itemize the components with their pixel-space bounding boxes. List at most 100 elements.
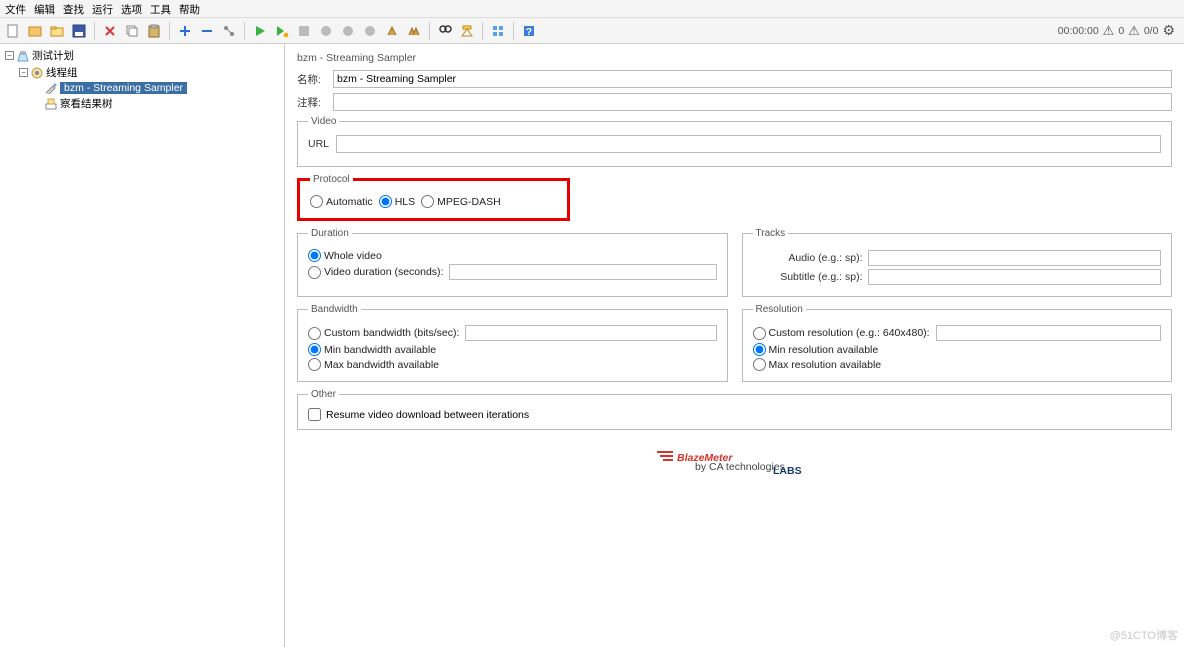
help-icon[interactable]: ? bbox=[519, 21, 539, 41]
comment-label: 注释: bbox=[297, 95, 329, 110]
toolbar-separator bbox=[244, 22, 245, 40]
logo-sub: by CA technologies bbox=[695, 461, 785, 473]
paste-icon[interactable] bbox=[144, 21, 164, 41]
function-helper-icon[interactable] bbox=[488, 21, 508, 41]
remote-start-icon[interactable] bbox=[338, 21, 358, 41]
name-input[interactable] bbox=[333, 70, 1172, 88]
content-pane: bzm - Streaming Sampler 名称: 注释: Video UR… bbox=[285, 44, 1184, 647]
menu-run[interactable]: 运行 bbox=[92, 2, 113, 15]
tree-root-label: 测试计划 bbox=[32, 48, 74, 63]
start-no-pause-icon[interactable] bbox=[272, 21, 292, 41]
toolbar: ? 00:00:00 ⚠ 0 ⚠ 0/0 ⚙ bbox=[0, 18, 1184, 44]
toolbar-separator bbox=[482, 22, 483, 40]
gear-icon[interactable]: ⚙ bbox=[1162, 22, 1175, 39]
blazemeter-logo: BlazeMeter by CA technologies LABS bbox=[297, 444, 1172, 481]
duration-seconds[interactable]: Video duration (seconds): bbox=[308, 266, 443, 279]
url-label: URL bbox=[308, 138, 332, 150]
new-icon[interactable] bbox=[3, 21, 23, 41]
res-custom-input[interactable] bbox=[936, 325, 1161, 341]
menu-bar: 文件 编辑 查找 运行 选项 工具 帮助 bbox=[0, 0, 1184, 18]
track-audio-input[interactable] bbox=[868, 250, 1162, 266]
duration-whole[interactable]: Whole video bbox=[308, 249, 382, 262]
reset-search-icon[interactable] bbox=[457, 21, 477, 41]
duration-legend: Duration bbox=[308, 228, 352, 239]
menu-tools[interactable]: 工具 bbox=[150, 2, 171, 15]
toolbar-status: 00:00:00 ⚠ 0 ⚠ 0/0 ⚙ bbox=[1058, 22, 1181, 39]
beaker-icon bbox=[17, 50, 29, 62]
track-subtitle-label: Subtitle (e.g.: sp): bbox=[753, 271, 863, 283]
other-legend: Other bbox=[308, 389, 339, 400]
protocol-hls[interactable]: HLS bbox=[379, 195, 415, 208]
tree-sampler[interactable]: bzm - Streaming Sampler bbox=[33, 81, 281, 95]
tree-sampler-label: bzm - Streaming Sampler bbox=[60, 82, 187, 94]
thread-count: 0/0 bbox=[1144, 25, 1159, 37]
tracks-legend: Tracks bbox=[753, 228, 789, 239]
protocol-automatic[interactable]: Automatic bbox=[310, 195, 373, 208]
track-audio-label: Audio (e.g.: sp): bbox=[753, 252, 863, 264]
collapse-icon[interactable] bbox=[197, 21, 217, 41]
error-icon[interactable]: ⚠ bbox=[1128, 23, 1140, 39]
track-subtitle-input[interactable] bbox=[868, 269, 1162, 285]
templates-icon[interactable] bbox=[25, 21, 45, 41]
remote-stop-icon[interactable] bbox=[360, 21, 380, 41]
toggle-icon[interactable] bbox=[219, 21, 239, 41]
thread-group-icon bbox=[31, 67, 43, 79]
protocol-legend: Protocol bbox=[310, 174, 353, 185]
copy-icon[interactable] bbox=[122, 21, 142, 41]
toolbar-separator bbox=[94, 22, 95, 40]
tree-results[interactable]: 察看结果树 bbox=[33, 95, 281, 112]
other-fieldset: Other Resume video download between iter… bbox=[297, 389, 1172, 430]
toolbar-separator bbox=[429, 22, 430, 40]
tree-root[interactable]: − 测试计划 bbox=[5, 47, 281, 64]
tree-pane: − 测试计划 − 线程组 bzm - Streaming Sampl bbox=[0, 44, 285, 647]
resume-download[interactable]: Resume video download between iterations bbox=[308, 408, 1161, 421]
res-max[interactable]: Max resolution available bbox=[753, 358, 882, 371]
watermark: @51CTO博客 bbox=[1110, 627, 1178, 643]
toolbar-separator bbox=[513, 22, 514, 40]
menu-find[interactable]: 查找 bbox=[63, 2, 84, 15]
protocol-mpeg[interactable]: MPEG-DASH bbox=[421, 195, 501, 208]
tree-thread-group[interactable]: − 线程组 bbox=[19, 64, 281, 81]
menu-options[interactable]: 选项 bbox=[121, 2, 142, 15]
clear-all-icon[interactable] bbox=[404, 21, 424, 41]
tree-toggle-icon[interactable]: − bbox=[5, 51, 14, 60]
warning-count: 0 bbox=[1118, 25, 1124, 37]
bw-max[interactable]: Max bandwidth available bbox=[308, 358, 439, 371]
bw-min[interactable]: Min bandwidth available bbox=[308, 343, 436, 356]
duration-fieldset: Duration Whole video Video duration (sec… bbox=[297, 228, 728, 297]
bw-custom[interactable]: Custom bandwidth (bits/sec): bbox=[308, 327, 459, 340]
bw-custom-input[interactable] bbox=[465, 325, 716, 341]
res-min[interactable]: Min resolution available bbox=[753, 343, 879, 356]
bandwidth-fieldset: Bandwidth Custom bandwidth (bits/sec): M… bbox=[297, 304, 728, 382]
menu-edit[interactable]: 编辑 bbox=[34, 2, 55, 15]
menu-file[interactable]: 文件 bbox=[5, 2, 26, 15]
toolbar-separator bbox=[169, 22, 170, 40]
sampler-icon bbox=[45, 82, 57, 94]
protocol-fieldset: Protocol Automatic HLS MPEG-DASH bbox=[297, 174, 570, 221]
duration-seconds-input[interactable] bbox=[449, 264, 716, 280]
results-tree-icon bbox=[45, 98, 57, 110]
elapsed-time: 00:00:00 bbox=[1058, 25, 1099, 37]
search-icon[interactable] bbox=[435, 21, 455, 41]
resolution-legend: Resolution bbox=[753, 304, 806, 315]
menu-help[interactable]: 帮助 bbox=[179, 2, 200, 15]
bandwidth-legend: Bandwidth bbox=[308, 304, 361, 315]
clear-icon[interactable] bbox=[382, 21, 402, 41]
shutdown-icon[interactable] bbox=[316, 21, 336, 41]
stop-icon[interactable] bbox=[294, 21, 314, 41]
video-fieldset: Video URL bbox=[297, 116, 1172, 167]
comment-input[interactable] bbox=[333, 93, 1172, 111]
video-legend: Video bbox=[308, 116, 339, 127]
cut-icon[interactable] bbox=[100, 21, 120, 41]
open-icon[interactable] bbox=[47, 21, 67, 41]
start-icon[interactable] bbox=[250, 21, 270, 41]
url-input[interactable] bbox=[336, 135, 1161, 153]
warning-icon[interactable]: ⚠ bbox=[1103, 23, 1115, 39]
save-icon[interactable] bbox=[69, 21, 89, 41]
res-custom[interactable]: Custom resolution (e.g.: 640x480): bbox=[753, 327, 930, 340]
expand-icon[interactable] bbox=[175, 21, 195, 41]
tree-results-label: 察看结果树 bbox=[60, 96, 113, 111]
name-label: 名称: bbox=[297, 72, 329, 87]
tree-thread-group-label: 线程组 bbox=[46, 65, 78, 80]
tree-toggle-icon[interactable]: − bbox=[19, 68, 28, 77]
